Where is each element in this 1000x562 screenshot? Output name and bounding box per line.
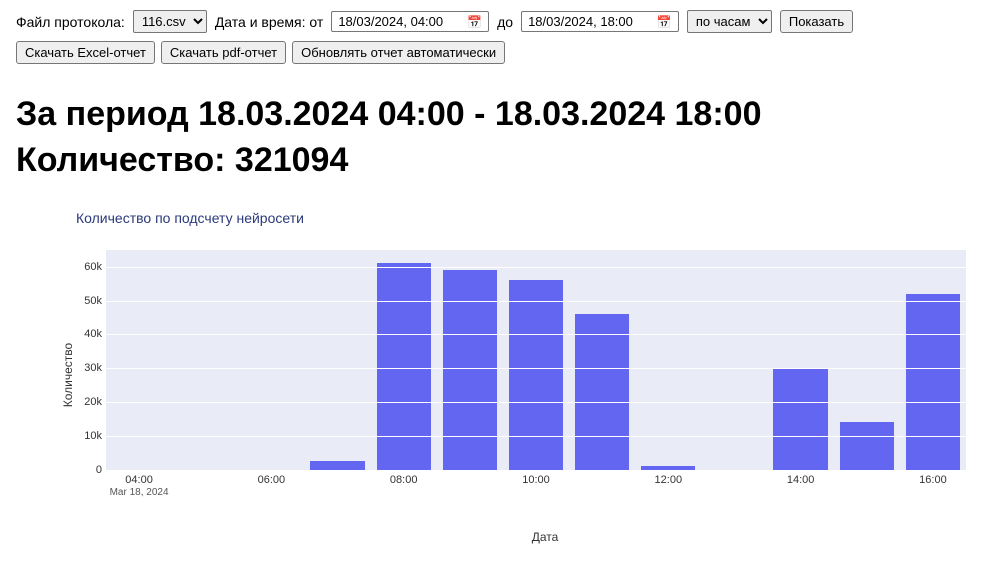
from-datetime-value: 18/03/2024, 04:00 <box>338 14 443 29</box>
excel-button[interactable]: Скачать Excel-отчет <box>16 41 155 64</box>
chart-ytick: 60k <box>74 261 102 273</box>
chart-bar <box>310 461 364 469</box>
controls-row-2: Скачать Excel-отчет Скачать pdf-отчет Об… <box>16 41 984 64</box>
chart-gridline <box>106 402 966 403</box>
datetime-label: Дата и время: от <box>215 14 324 30</box>
protocol-select[interactable]: 116.csv <box>133 10 207 33</box>
chart-bar <box>377 263 431 469</box>
calendar-icon[interactable]: 📅 <box>467 15 482 29</box>
chart-bar <box>509 280 563 470</box>
pdf-button[interactable]: Скачать pdf-отчет <box>161 41 286 64</box>
chart-gridline <box>106 301 966 302</box>
chart-plot: Количество 010k20k30k40k50k60k04:00Mar 1… <box>46 250 966 500</box>
chart-ytick: 40k <box>74 328 102 340</box>
chart-bar <box>773 368 827 470</box>
heading-period: За период 18.03.2024 04:00 - 18.03.2024 … <box>16 95 761 133</box>
chart-gridline <box>106 267 966 268</box>
chart-gridline <box>106 470 966 471</box>
chart-ytick: 0 <box>74 464 102 476</box>
chart-ytick: 20k <box>74 396 102 408</box>
to-label: до <box>497 14 513 30</box>
from-datetime-input[interactable]: 18/03/2024, 04:00 📅 <box>331 11 489 32</box>
chart-xtick: 16:00 <box>919 474 947 486</box>
chart-bar <box>840 422 894 469</box>
chart-bar <box>906 294 960 470</box>
auto-update-button[interactable]: Обновлять отчет автоматически <box>292 41 505 64</box>
chart-ytick: 30k <box>74 362 102 374</box>
calendar-icon[interactable]: 📅 <box>657 15 672 29</box>
chart-ytick: 50k <box>74 295 102 307</box>
chart-xtick: 12:00 <box>655 474 683 486</box>
groupby-select[interactable]: по часам <box>687 10 772 33</box>
chart-ytick: 10k <box>74 430 102 442</box>
to-datetime-value: 18/03/2024, 18:00 <box>528 14 633 29</box>
chart-xtick: 04:00Mar 18, 2024 <box>110 474 169 498</box>
chart-xtick: 08:00 <box>390 474 418 486</box>
chart-gridline <box>106 334 966 335</box>
chart-container: Количество по подсчету нейросети Количес… <box>46 210 984 544</box>
protocol-label: Файл протокола: <box>16 14 125 30</box>
show-button[interactable]: Показать <box>780 10 853 33</box>
chart-title: Количество по подсчету нейросети <box>76 210 984 226</box>
to-datetime-input[interactable]: 18/03/2024, 18:00 📅 <box>521 11 679 32</box>
chart-xlabel: Дата <box>106 530 984 544</box>
report-heading: За период 18.03.2024 04:00 - 18.03.2024 … <box>16 92 984 184</box>
chart-xtick: 06:00 <box>258 474 286 486</box>
chart-xtick: 10:00 <box>522 474 550 486</box>
heading-count: Количество: 321094 <box>16 141 348 179</box>
chart-gridline <box>106 436 966 437</box>
chart-bar <box>575 314 629 470</box>
controls-row-1: Файл протокола: 116.csv Дата и время: от… <box>16 10 984 33</box>
chart-gridline <box>106 368 966 369</box>
chart-xtick: 14:00 <box>787 474 815 486</box>
